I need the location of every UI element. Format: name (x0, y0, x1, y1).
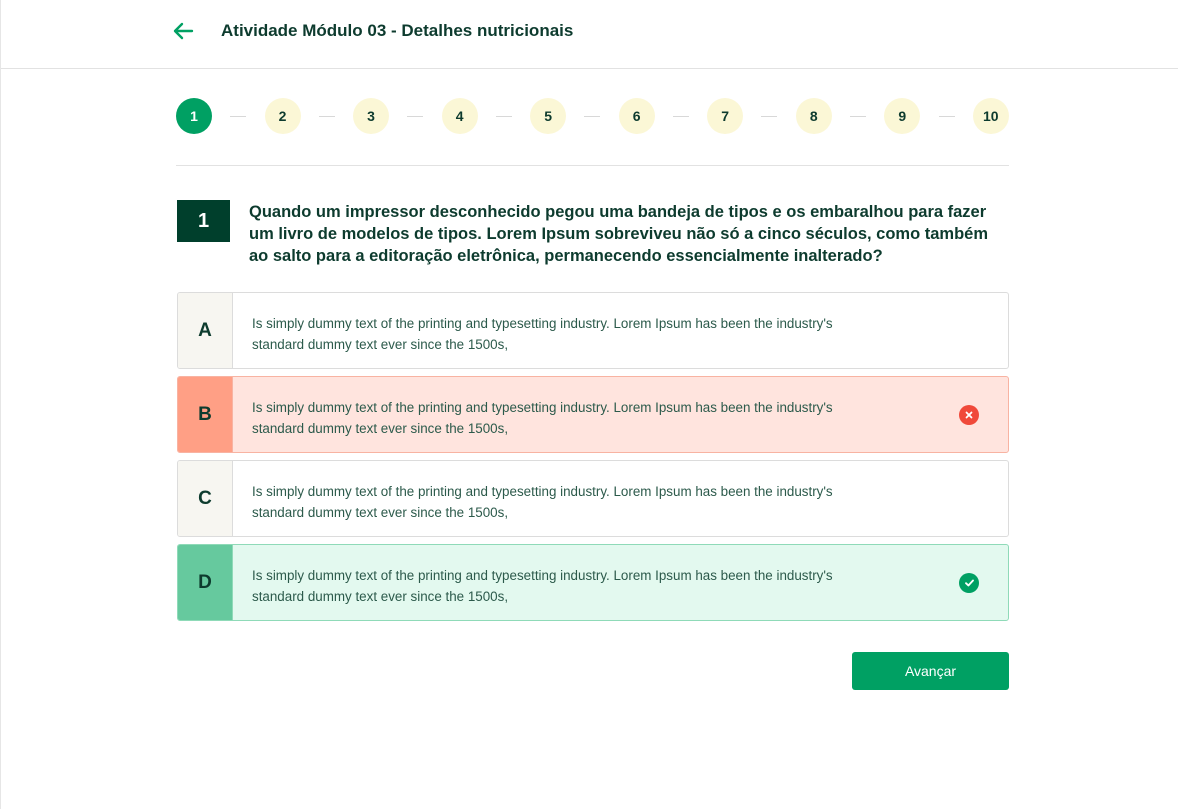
step-indicator: 1 2 3 4 5 6 7 8 9 10 (176, 98, 1009, 134)
step-separator (938, 115, 955, 117)
step-4[interactable]: 4 (441, 98, 478, 134)
option-a[interactable]: A Is simply dummy text of the printing a… (177, 292, 1009, 369)
step-10[interactable]: 10 (972, 98, 1009, 134)
check-circle-icon (959, 573, 979, 593)
step-3[interactable]: 3 (353, 98, 390, 134)
arrow-left-icon (173, 22, 194, 40)
step-8[interactable]: 8 (795, 98, 832, 134)
step-7[interactable]: 7 (707, 98, 744, 134)
top-bar: Atividade Módulo 03 - Detalhes nutricion… (1, 0, 1178, 69)
option-b[interactable]: B Is simply dummy text of the printing a… (177, 376, 1009, 453)
question-text: Quando um impressor desconhecido pegou u… (249, 203, 989, 265)
step-1[interactable]: 1 (176, 98, 212, 134)
close-circle-icon (959, 405, 979, 425)
question-number-badge: 1 (177, 200, 230, 242)
step-2[interactable]: 2 (264, 98, 301, 134)
option-letter: A (178, 293, 233, 368)
option-text: Is simply dummy text of the printing and… (252, 400, 833, 436)
option-letter: B (178, 377, 233, 452)
step-separator (672, 115, 689, 117)
option-letter: D (178, 545, 233, 620)
option-letter: C (178, 461, 233, 536)
divider (176, 165, 1009, 166)
step-separator (849, 115, 866, 117)
option-text: Is simply dummy text of the printing and… (252, 316, 833, 352)
option-c[interactable]: C Is simply dummy text of the printing a… (177, 460, 1009, 537)
answer-options: A Is simply dummy text of the printing a… (177, 292, 1009, 628)
option-d[interactable]: D Is simply dummy text of the printing a… (177, 544, 1009, 621)
step-separator (761, 115, 778, 117)
step-separator (318, 115, 335, 117)
step-separator (407, 115, 424, 117)
step-6[interactable]: 6 (618, 98, 655, 134)
step-9[interactable]: 9 (884, 98, 921, 134)
advance-button[interactable]: Avançar (852, 652, 1009, 690)
option-text: Is simply dummy text of the printing and… (252, 568, 833, 604)
step-separator (584, 115, 601, 117)
step-separator (230, 115, 247, 117)
option-text: Is simply dummy text of the printing and… (252, 484, 833, 520)
step-5[interactable]: 5 (530, 98, 567, 134)
step-separator (495, 115, 512, 117)
back-button[interactable] (171, 19, 195, 43)
page-title: Atividade Módulo 03 - Detalhes nutricion… (221, 21, 574, 40)
